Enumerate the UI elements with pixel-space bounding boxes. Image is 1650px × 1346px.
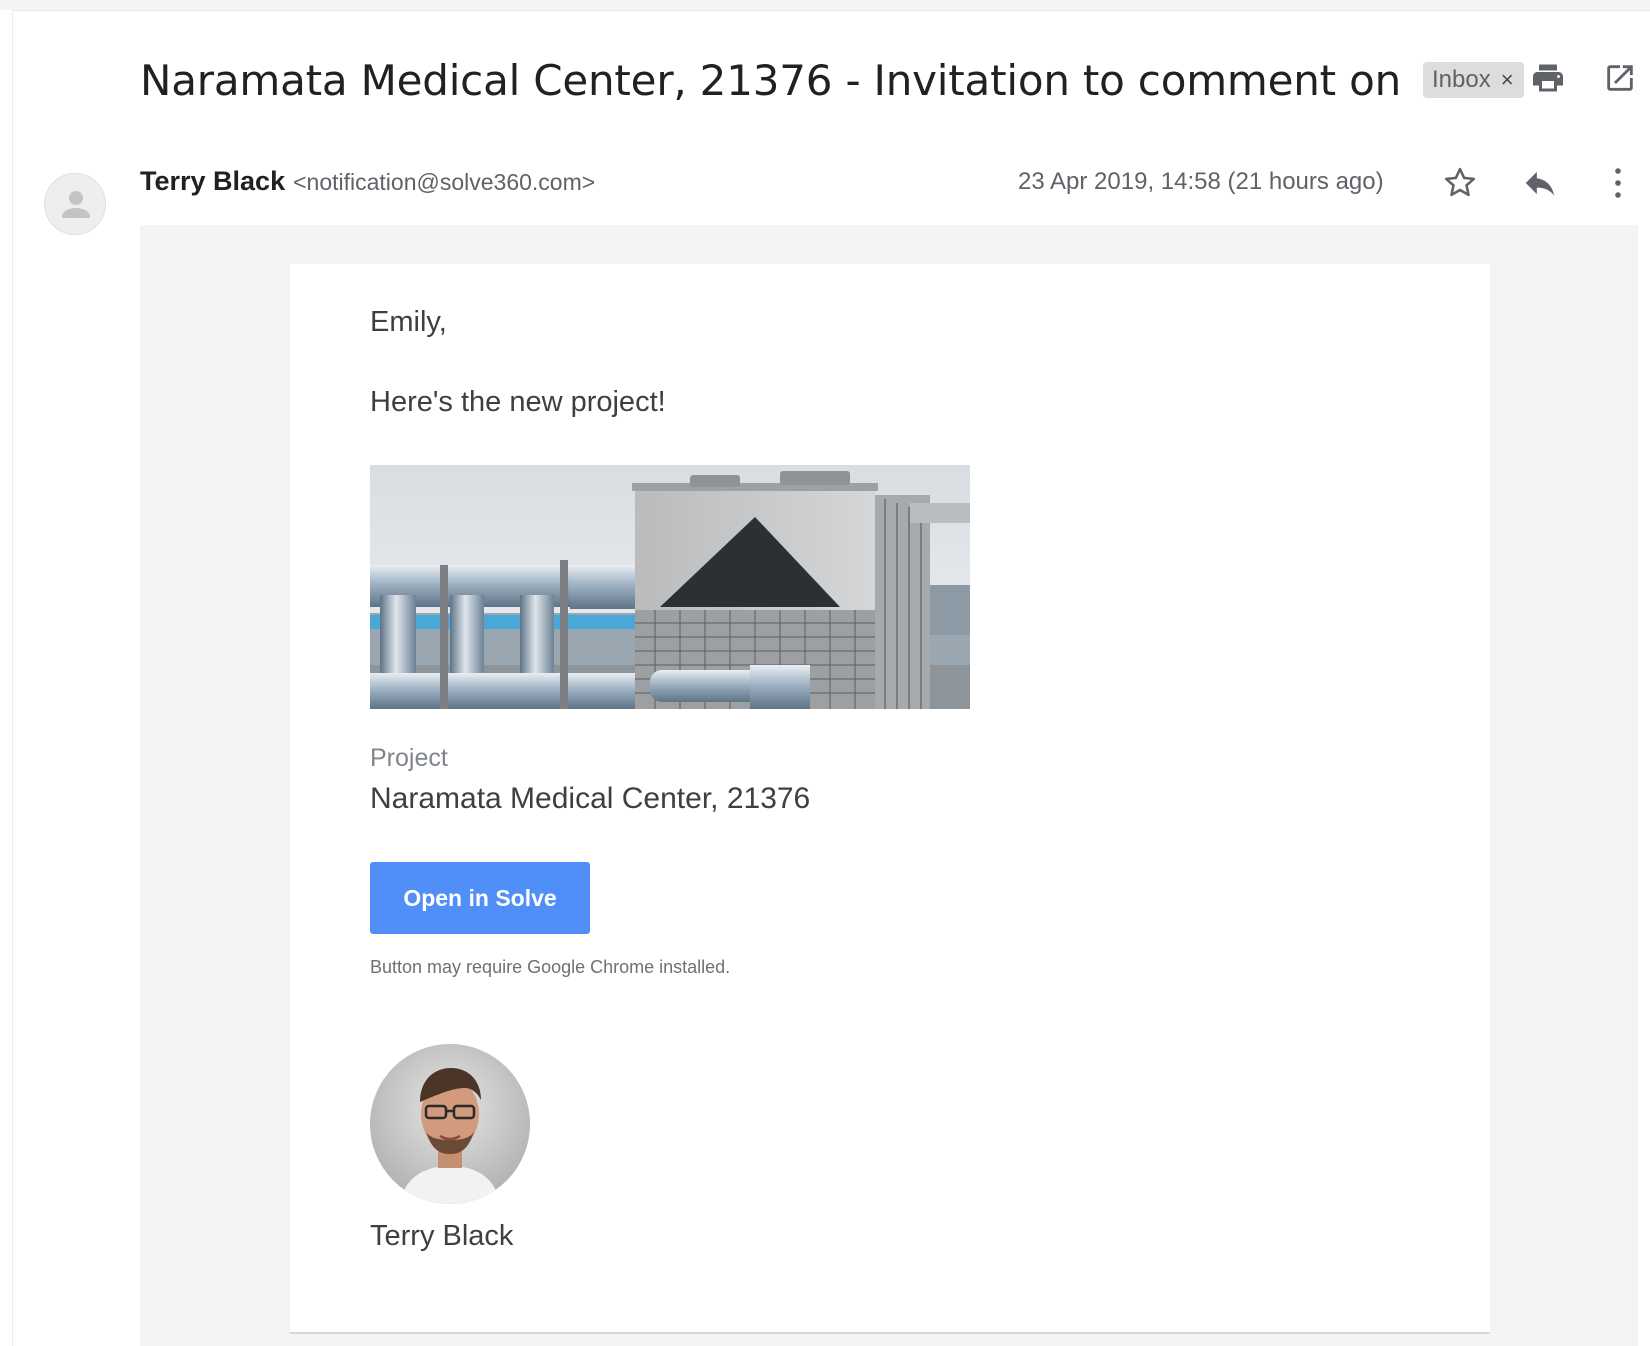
inbox-label-chip[interactable]: Inbox × [1423, 62, 1524, 98]
more-vertical-icon [1615, 168, 1621, 198]
author-name: Terry Black [370, 1220, 514, 1252]
reply-button[interactable] [1519, 163, 1561, 203]
greeting-text: Emily, [370, 306, 447, 338]
project-name: Naramata Medical Center, 21376 [370, 782, 811, 815]
button-note: Button may require Google Chrome install… [370, 957, 731, 977]
more-options-button[interactable] [1603, 163, 1633, 203]
email-subject: Naramata Medical Center, 21376 - Invitat… [140, 55, 1402, 105]
open-in-solve-button[interactable]: Open in Solve [370, 862, 590, 934]
sender-email: <notification@solve360.com> [293, 169, 596, 195]
open-in-new-window-button[interactable] [1600, 58, 1640, 98]
print-button[interactable] [1528, 58, 1568, 98]
star-button[interactable] [1440, 163, 1480, 203]
person-icon [62, 191, 90, 218]
email-date: 23 Apr 2019, 14:58 (21 hours ago) [1018, 168, 1384, 195]
project-label: Project [370, 744, 448, 772]
sender-line: Terry Black <notification@solve360.com> [140, 166, 595, 202]
window-top-edge [0, 0, 1650, 10]
project-image [370, 465, 970, 709]
author-portrait [370, 1044, 530, 1204]
label-text: Inbox [1432, 66, 1491, 93]
sender-avatar[interactable] [44, 173, 106, 235]
intro-text: Here's the new project! [370, 386, 666, 418]
star-icon [1444, 167, 1476, 197]
reply-icon [1525, 171, 1555, 196]
remove-label-button[interactable]: × [1501, 67, 1514, 93]
print-icon [1533, 64, 1563, 92]
sender-name[interactable]: Terry Black [140, 166, 285, 197]
email-content-card: Emily, Here's the new project! Project N… [290, 264, 1490, 1334]
subject-row: Naramata Medical Center, 21376 - Invitat… [140, 50, 1524, 110]
open-in-new-window-icon [1607, 65, 1633, 91]
author-photo [370, 1044, 530, 1204]
rooftop-hvac-illustration [370, 465, 970, 709]
